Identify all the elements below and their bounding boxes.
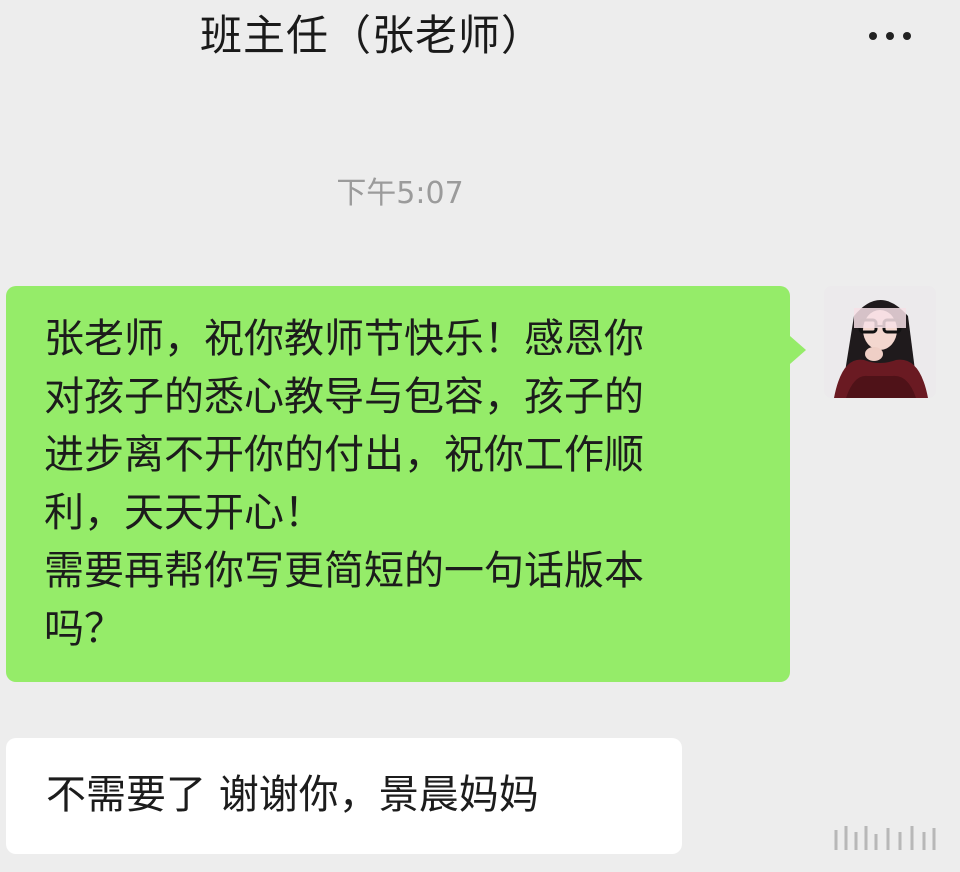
received-message-bubble[interactable]: 不需要了 谢谢你，景晨妈妈	[6, 738, 682, 854]
message-timestamp: 下午5:07	[336, 176, 464, 211]
avatar-image	[824, 286, 936, 398]
user-avatar[interactable]	[824, 286, 936, 398]
chat-header: 班主任（张老师）	[0, 0, 960, 80]
more-horizontal-icon	[869, 32, 911, 40]
chat-title: 班主任（张老师）	[200, 11, 545, 60]
sent-message-bubble[interactable]: 张老师，祝你教师节快乐！感恩你 对孩子的悉心教导与包容，孩子的 进步离不开你的付…	[6, 286, 806, 682]
watermark-bars-icon	[834, 826, 936, 850]
sent-message-text: 张老师，祝你教师节快乐！感恩你 对孩子的悉心教导与包容，孩子的 进步离不开你的付…	[44, 316, 644, 652]
more-options-button[interactable]	[852, 14, 928, 58]
received-message-text: 不需要了 谢谢你，景晨妈妈	[46, 772, 539, 818]
